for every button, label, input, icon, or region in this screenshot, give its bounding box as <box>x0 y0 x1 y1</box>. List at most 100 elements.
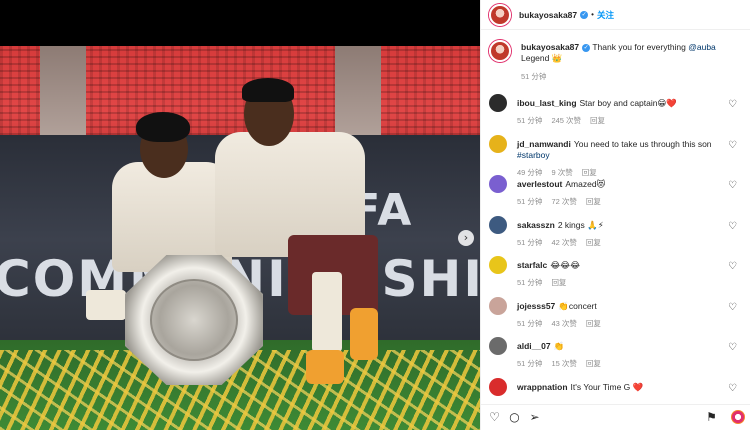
reply-button[interactable]: 回复 <box>551 278 566 287</box>
reply-button[interactable]: 回复 <box>586 197 601 206</box>
comment-text: 😂😂😂 <box>550 260 581 270</box>
comment-meta: 51 分钟 15 次赞 回复 <box>517 358 737 369</box>
share-send-icon[interactable]: ➢ <box>528 411 541 424</box>
like-comment-heart-icon[interactable]: ♡ <box>728 383 738 394</box>
reply-button[interactable]: 回复 <box>586 319 601 328</box>
like-comment-heart-icon[interactable]: ♡ <box>728 302 738 313</box>
comment-time: 51 分钟 <box>517 278 543 287</box>
commenter-avatar[interactable] <box>489 377 507 396</box>
comment-time: 51 分钟 <box>517 116 543 125</box>
comment-likes[interactable]: 72 次赞 <box>551 197 576 206</box>
separator-dot: • <box>591 10 594 19</box>
caption-mention-link[interactable]: @auba <box>688 42 716 52</box>
commenter-username[interactable]: aldi__07 <box>517 341 551 351</box>
comment-meta: 51 分钟 回复 <box>517 277 737 288</box>
author-avatar[interactable] <box>489 3 511 26</box>
commenter-avatar[interactable] <box>489 94 507 112</box>
trophy-center <box>150 279 238 361</box>
player-right-hair <box>242 78 294 102</box>
player-left-sock <box>86 290 126 320</box>
comment-text: 2 kings 🙏⚡ <box>557 219 604 230</box>
comment-time: 51 分钟 <box>517 197 543 206</box>
commenter-avatar[interactable] <box>489 175 507 193</box>
comment-item: ibou_last_king Star boy and captain😁❤️ 51… <box>489 88 742 129</box>
like-post-heart-icon[interactable]: ♡ <box>488 411 501 424</box>
comment-bubble-icon[interactable]: ○ <box>508 411 521 424</box>
comment-body: starfalc 😂😂😂 51 分钟 回复 <box>517 260 737 291</box>
comment-likes[interactable]: 15 次赞 <box>551 359 576 368</box>
comment-body: ibou_last_king Star boy and captain😁❤️ 51… <box>517 98 737 129</box>
commenter-username[interactable]: averlestout <box>517 179 562 189</box>
caption-timestamp: 51 分钟 <box>521 72 547 81</box>
comment-time: 51 分钟 <box>517 359 543 368</box>
like-comment-heart-icon[interactable]: ♡ <box>728 262 738 272</box>
commenter-avatar[interactable] <box>489 134 507 153</box>
caption-username[interactable]: bukayosaka87 <box>521 42 579 52</box>
reply-button[interactable]: 回复 <box>590 116 605 125</box>
comment-text: Star boy and captain😁❤️ <box>579 98 677 108</box>
commenter-username[interactable]: ibou_last_king <box>517 98 577 108</box>
photo-top-letterbox <box>0 0 480 46</box>
comment-text: You need to take us through this son <box>573 138 712 149</box>
comment-item: aldi__07 👏 51 分钟 15 次赞 回复 ♡ <box>489 331 742 372</box>
verified-badge-icon: ✓ <box>580 10 589 19</box>
post-action-bar: ♡ ○ ➢ ⚑ <box>481 404 750 430</box>
comment-text: 👏 <box>553 341 565 351</box>
comment-item: averlestout Amazed😻 51 分钟 72 次赞 回复 ♡ <box>489 169 742 210</box>
reply-button[interactable]: 回复 <box>586 238 601 247</box>
comment-text: 👏concert <box>558 300 597 311</box>
commenter-username[interactable]: starfalc <box>517 260 547 270</box>
comment-body: jd_namwandi You need to take us through t… <box>517 138 737 177</box>
comment-hashtag-link[interactable]: #starboy <box>517 150 550 160</box>
caption-body: bukayosaka87 ✓ Thank you for everything @… <box>521 42 716 82</box>
comment-body: aldi__07 👏 51 分钟 15 次赞 回复 <box>517 341 737 372</box>
comment-body: wrappnation It's Your Time G ❤️ <box>517 382 737 394</box>
comment-text: It's Your Time G ❤️ <box>570 381 644 392</box>
caption-text-after: Legend 👑 <box>521 53 563 63</box>
comment-meta: 51 分钟 245 次赞 回复 <box>517 115 737 126</box>
commenter-username[interactable]: sakasszn <box>517 220 555 230</box>
player-left-hair <box>136 112 190 142</box>
verified-badge-icon: ✓ <box>582 43 591 52</box>
commenter-username[interactable]: jd_namwandi <box>517 139 571 149</box>
player-right-boot <box>350 308 378 360</box>
comment-time: 51 分钟 <box>517 237 543 247</box>
comment-body: jojesss57 👏concert 51 分钟 43 次赞 回复 <box>517 301 737 332</box>
comment-item: jojesss57 👏concert 51 分钟 43 次赞 回复 ♡ <box>489 291 742 332</box>
author-username[interactable]: bukayosaka87 <box>519 10 577 20</box>
post-photo[interactable]: THE FA COMMUNITY SHIELD › <box>0 0 480 430</box>
comment-likes[interactable]: 245 次赞 <box>551 116 581 125</box>
commenter-username[interactable]: jojesss57 <box>517 301 555 311</box>
comment-item: wrappnation It's Your Time G ❤️ ♡ <box>489 372 742 396</box>
like-comment-heart-icon[interactable]: ♡ <box>728 221 738 232</box>
comment-likes[interactable]: 42 次赞 <box>551 238 576 247</box>
commenter-avatar[interactable] <box>489 215 507 234</box>
comment-body: sakasszn 2 kings 🙏⚡ 51 分钟 42 次赞 回复 <box>517 220 737 251</box>
comment-likes[interactable]: 43 次赞 <box>551 319 576 328</box>
like-comment-heart-icon[interactable]: ♡ <box>728 181 738 191</box>
reply-button[interactable]: 回复 <box>586 359 601 368</box>
comment-text: Amazed😻 <box>565 179 606 189</box>
follow-button[interactable]: 关注 <box>597 9 614 21</box>
commenter-avatar[interactable] <box>489 296 507 315</box>
commenter-username[interactable]: wrappnation <box>517 382 568 392</box>
caption-text-before: Thank you for everything <box>590 42 689 52</box>
comment-time: 51 分钟 <box>517 318 543 328</box>
comment-item: sakasszn 2 kings 🙏⚡ 51 分钟 42 次赞 回复 ♡ <box>489 210 742 251</box>
comment-meta: 51 分钟 43 次赞 回复 <box>517 318 737 329</box>
post-side-panel: bukayosaka87 ✓ • 关注 bukayosaka87 ✓ Thank … <box>480 0 750 430</box>
comment-meta: 51 分钟 72 次赞 回复 <box>517 196 737 207</box>
commenter-avatar[interactable] <box>489 256 507 274</box>
floating-app-icon[interactable] <box>731 410 745 424</box>
commenter-avatar[interactable] <box>489 337 507 355</box>
comment-body: averlestout Amazed😻 51 分钟 72 次赞 回复 <box>517 179 737 210</box>
instagram-post-view: THE FA COMMUNITY SHIELD › bukayos <box>0 0 750 430</box>
caption-author-avatar[interactable] <box>489 40 511 62</box>
comment-item: starfalc 😂😂😂 51 分钟 回复 ♡ <box>489 250 742 291</box>
player-right-boot <box>306 350 344 384</box>
next-photo-button[interactable]: › <box>458 230 474 246</box>
like-comment-heart-icon[interactable]: ♡ <box>728 140 738 151</box>
like-comment-heart-icon[interactable]: ♡ <box>728 343 738 353</box>
save-bookmark-icon[interactable]: ⚑ <box>705 411 718 424</box>
like-comment-heart-icon[interactable]: ♡ <box>728 100 738 110</box>
